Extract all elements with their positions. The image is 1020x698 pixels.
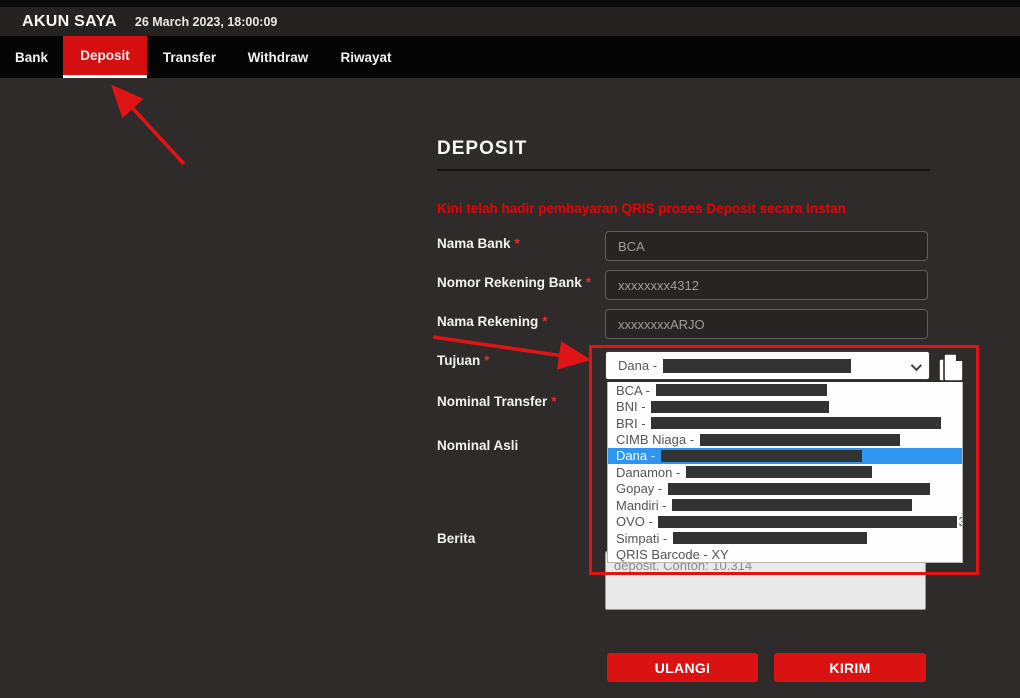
tab-riwayat[interactable]: Riwayat <box>324 36 408 78</box>
header-bar: AKUN SAYA 26 March 2023, 18:00:09 <box>0 7 1020 36</box>
redaction-bar <box>651 417 941 429</box>
label-nomor-rekening-bank: Nomor Rekening Bank* <box>437 275 591 290</box>
option-suffix: 3 <box>958 514 963 529</box>
option-label: Danamon - <box>616 465 684 480</box>
kirim-button[interactable]: KIRIM <box>774 653 926 682</box>
option-label: BCA - <box>616 383 654 398</box>
redaction-bar <box>651 401 829 413</box>
label-berita: Berita <box>437 531 475 546</box>
label-tujuan: Tujuan* <box>437 353 490 368</box>
option-label: Mandiri - <box>616 498 670 513</box>
option-label: Gopay - <box>616 481 666 496</box>
nama-bank-input[interactable]: BCA <box>605 231 928 261</box>
redaction-bar <box>700 434 900 446</box>
redaction-bar <box>668 483 930 495</box>
label-nama-bank: Nama Bank* <box>437 236 520 251</box>
required-mark: * <box>484 353 489 368</box>
label-nominal-transfer: Nominal Transfer* <box>437 394 557 409</box>
required-mark: * <box>542 314 547 329</box>
tujuan-option[interactable]: QRIS Barcode - XY <box>608 546 962 562</box>
tujuan-option[interactable]: Simpati - <box>608 530 962 546</box>
tujuan-select[interactable]: Dana - <box>605 351 930 380</box>
tujuan-option[interactable]: Gopay - <box>608 481 962 497</box>
option-label: CIMB Niaga - <box>616 432 698 447</box>
page-title: AKUN SAYA <box>22 13 117 31</box>
tab-withdraw[interactable]: Withdraw <box>232 36 324 78</box>
nomor-rekening-bank-input[interactable]: xxxxxxxx4312 <box>605 270 928 300</box>
nav-bar: Bank Deposit Transfer Withdraw Riwayat <box>0 36 1020 78</box>
option-label: Dana - <box>616 448 659 463</box>
tujuan-option[interactable]: Dana - <box>608 448 962 464</box>
tujuan-option[interactable]: OVO - 3 <box>608 514 962 530</box>
option-label: BNI - <box>616 399 649 414</box>
chevron-down-icon <box>911 360 922 371</box>
tujuan-option[interactable]: BNI - <box>608 398 962 414</box>
tujuan-selected-value: Dana - <box>618 358 661 373</box>
header-datetime: 26 March 2023, 18:00:09 <box>135 15 277 29</box>
top-strip <box>0 0 1020 7</box>
option-label: QRIS Barcode - XY <box>616 547 729 562</box>
tab-transfer[interactable]: Transfer <box>147 36 232 78</box>
arrow-to-deposit-tab <box>116 90 184 164</box>
qris-notice: Kini telah hadir pembayaran QRIS proses … <box>437 201 957 216</box>
redaction-bar <box>656 384 827 396</box>
redaction-bar <box>658 516 957 528</box>
label-nominal-asli: Nominal Asli <box>437 438 518 453</box>
tujuan-option[interactable]: Mandiri - <box>608 497 962 513</box>
tujuan-option[interactable]: BRI - <box>608 415 962 431</box>
tab-bank[interactable]: Bank <box>0 36 63 78</box>
tujuan-option[interactable]: Danamon - <box>608 464 962 480</box>
option-label: Simpati - <box>616 531 671 546</box>
option-label: BRI - <box>616 416 649 431</box>
redaction-bar <box>672 499 912 511</box>
option-label: OVO - <box>616 514 656 529</box>
copy-icon[interactable] <box>937 352 965 384</box>
redaction-bar <box>663 359 851 373</box>
redaction-bar <box>686 466 872 478</box>
label-nama-rekening: Nama Rekening* <box>437 314 548 329</box>
nama-rekening-input[interactable]: xxxxxxxxARJO <box>605 309 928 339</box>
redaction-bar <box>673 532 867 544</box>
form-title: DEPOSIT <box>437 138 527 160</box>
tujuan-option[interactable]: BCA - <box>608 382 962 398</box>
redaction-bar <box>661 450 862 462</box>
required-mark: * <box>586 275 591 290</box>
required-mark: * <box>515 236 520 251</box>
tujuan-dropdown-list: BCA - BNI - BRI - CIMB Niaga - Dana - Da… <box>607 382 963 563</box>
tab-deposit[interactable]: Deposit <box>63 36 147 78</box>
ulangi-button[interactable]: ULANGI <box>607 653 758 682</box>
tujuan-option[interactable]: CIMB Niaga - <box>608 431 962 447</box>
required-mark: * <box>551 394 556 409</box>
deposit-page: AKUN SAYA 26 March 2023, 18:00:09 Bank D… <box>0 0 1020 698</box>
title-divider <box>437 169 930 171</box>
